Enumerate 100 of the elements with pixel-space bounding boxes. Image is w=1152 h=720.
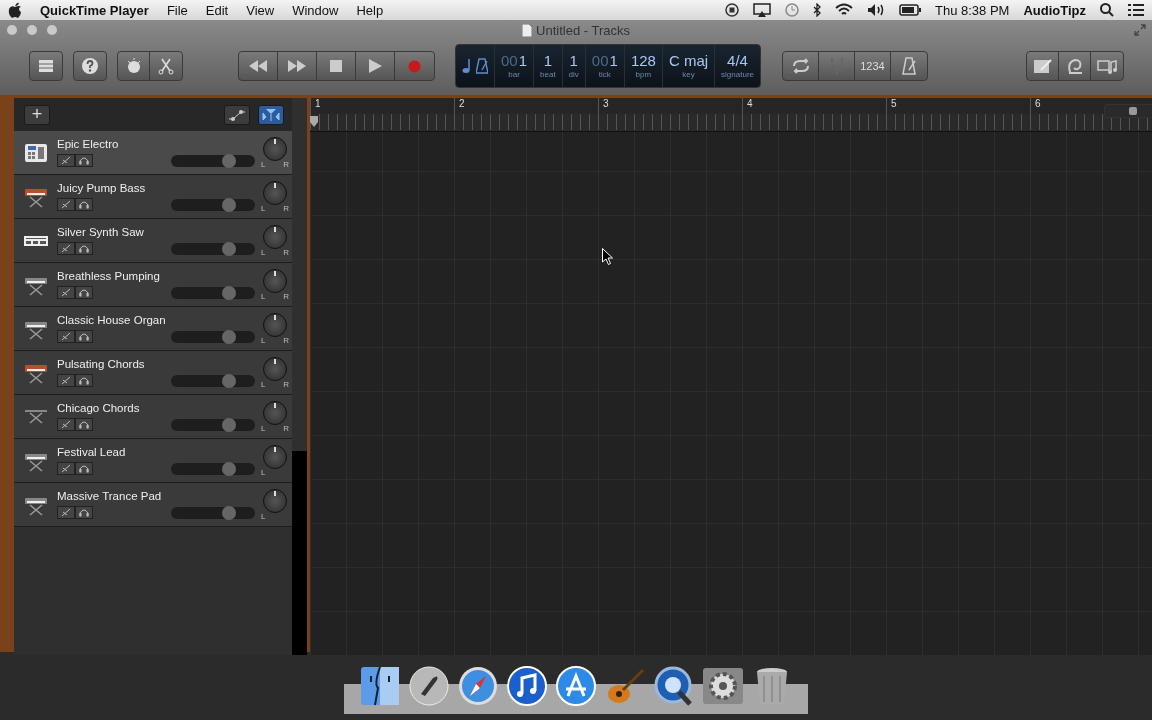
mute-button[interactable] <box>57 286 75 299</box>
pan-knob[interactable] <box>263 180 287 205</box>
add-track-button[interactable]: + <box>24 104 50 125</box>
slider-thumb[interactable] <box>221 373 236 388</box>
solo-button[interactable] <box>75 242 93 255</box>
slider-thumb[interactable] <box>1129 107 1137 115</box>
pan-label: R <box>283 336 289 345</box>
mute-button[interactable] <box>57 330 75 343</box>
track-name: Epic Electro <box>57 138 120 150</box>
pan-label: R <box>283 204 289 213</box>
mute-button[interactable] <box>57 506 75 519</box>
airplay-icon <box>752 3 771 17</box>
track-header[interactable]: Classic House Organ L R <box>14 307 292 351</box>
menu-item[interactable]: Help <box>356 2 384 18</box>
app-menu[interactable]: QuickTime Player <box>40 2 149 18</box>
track-header[interactable]: Chicago Chords L R <box>14 395 292 439</box>
menu-clock[interactable]: Thu 8:38 PM <box>934 2 1010 18</box>
mute-icon <box>61 332 71 341</box>
solo-button[interactable] <box>75 330 93 343</box>
zoom-slider[interactable] <box>1104 104 1152 118</box>
track-header[interactable]: Massive Trance Pad L <box>14 483 292 527</box>
volume-slider[interactable] <box>171 198 255 211</box>
mute-button[interactable] <box>57 198 75 211</box>
fullscreen-icon[interactable] <box>1134 24 1146 36</box>
compass-icon[interactable] <box>456 664 500 708</box>
track-header[interactable]: Breathless Pumping L R <box>14 263 292 307</box>
rocket-icon[interactable] <box>407 664 451 708</box>
lcd-value: 128 <box>630 53 656 70</box>
battery-icon <box>898 4 921 16</box>
volume-slider[interactable] <box>171 154 255 167</box>
slider-thumb[interactable] <box>221 417 236 432</box>
lcd-value: C maj <box>668 53 709 70</box>
scissors-icon <box>156 57 176 75</box>
menu-item[interactable]: Window <box>292 2 339 18</box>
track-header[interactable]: Epic Electro L R <box>14 131 292 175</box>
mute-button[interactable] <box>57 418 75 431</box>
wifi-icon <box>834 3 853 17</box>
slider-thumb[interactable] <box>221 153 236 168</box>
pan-knob[interactable] <box>263 400 287 425</box>
window-title: Untitled - Tracks <box>536 22 630 38</box>
solo-button[interactable] <box>75 506 93 519</box>
mute-button[interactable] <box>57 374 75 387</box>
solo-button[interactable] <box>75 374 93 387</box>
bluetooth-icon <box>812 3 821 17</box>
slider-thumb[interactable] <box>221 329 236 344</box>
volume-slider[interactable] <box>171 330 255 343</box>
volume-slider[interactable] <box>171 506 255 519</box>
volume-slider[interactable] <box>171 462 255 475</box>
stop-icon <box>330 60 342 72</box>
slider-thumb[interactable] <box>221 241 236 256</box>
solo-button[interactable] <box>75 462 93 475</box>
pan-knob[interactable] <box>263 268 287 293</box>
mute-icon <box>61 508 71 517</box>
menu-item[interactable]: View <box>246 2 275 18</box>
menu-item[interactable]: File <box>166 2 188 18</box>
slider-thumb[interactable] <box>221 505 236 520</box>
pan-label: R <box>283 248 289 257</box>
app-store-icon[interactable] <box>554 664 598 708</box>
volume-slider[interactable] <box>171 242 255 255</box>
track-header[interactable]: Silver Synth Saw L R <box>14 219 292 263</box>
slider-thumb[interactable] <box>221 461 236 476</box>
volume-icon <box>866 3 885 17</box>
solo-button[interactable] <box>75 198 93 211</box>
music-note-icon[interactable] <box>505 664 549 708</box>
solo-button[interactable] <box>75 286 93 299</box>
solo-button[interactable] <box>75 154 93 167</box>
track-header[interactable]: Pulsating Chords L R <box>14 351 292 395</box>
mute-icon <box>61 376 71 385</box>
lcd-display[interactable]: 001 bar 1 beat 1 div 001 tick 128 bpm C maj key 4/4 signature <box>455 44 761 88</box>
filter-button[interactable] <box>258 104 284 125</box>
list-icon <box>1128 3 1144 17</box>
pan-knob[interactable] <box>263 488 287 513</box>
slider-thumb[interactable] <box>221 197 236 212</box>
pan-knob[interactable] <box>263 356 287 381</box>
lcd-digits: 00 <box>501 53 518 70</box>
headphones-icon <box>79 288 89 297</box>
count-in-button[interactable]: 1234 <box>855 52 891 80</box>
automation-button[interactable] <box>224 104 250 125</box>
pan-knob[interactable] <box>263 444 287 469</box>
mute-button[interactable] <box>57 154 75 167</box>
volume-slider[interactable] <box>171 286 255 299</box>
pan-knob[interactable] <box>263 312 287 337</box>
volume-slider[interactable] <box>171 418 255 431</box>
mute-button[interactable] <box>57 242 75 255</box>
user-name[interactable]: AudioTipz <box>1023 2 1086 18</box>
lcd-value: 1 <box>569 53 578 70</box>
finder-icon[interactable] <box>358 664 402 708</box>
playhead-icon[interactable] <box>310 116 318 128</box>
drawer-icon <box>37 58 55 74</box>
cursor-icon <box>602 248 613 265</box>
track-header[interactable]: Juicy Pump Bass L R <box>14 175 292 219</box>
mute-button[interactable] <box>57 462 75 475</box>
slider-thumb[interactable] <box>221 285 236 300</box>
track-header[interactable]: Festival Lead L <box>14 439 292 483</box>
stop-record-icon <box>724 3 739 17</box>
headphones-icon <box>79 156 89 165</box>
volume-slider[interactable] <box>171 374 255 387</box>
solo-button[interactable] <box>75 418 93 431</box>
pan-knob[interactable] <box>263 224 287 249</box>
menu-item[interactable]: Edit <box>205 2 229 18</box>
